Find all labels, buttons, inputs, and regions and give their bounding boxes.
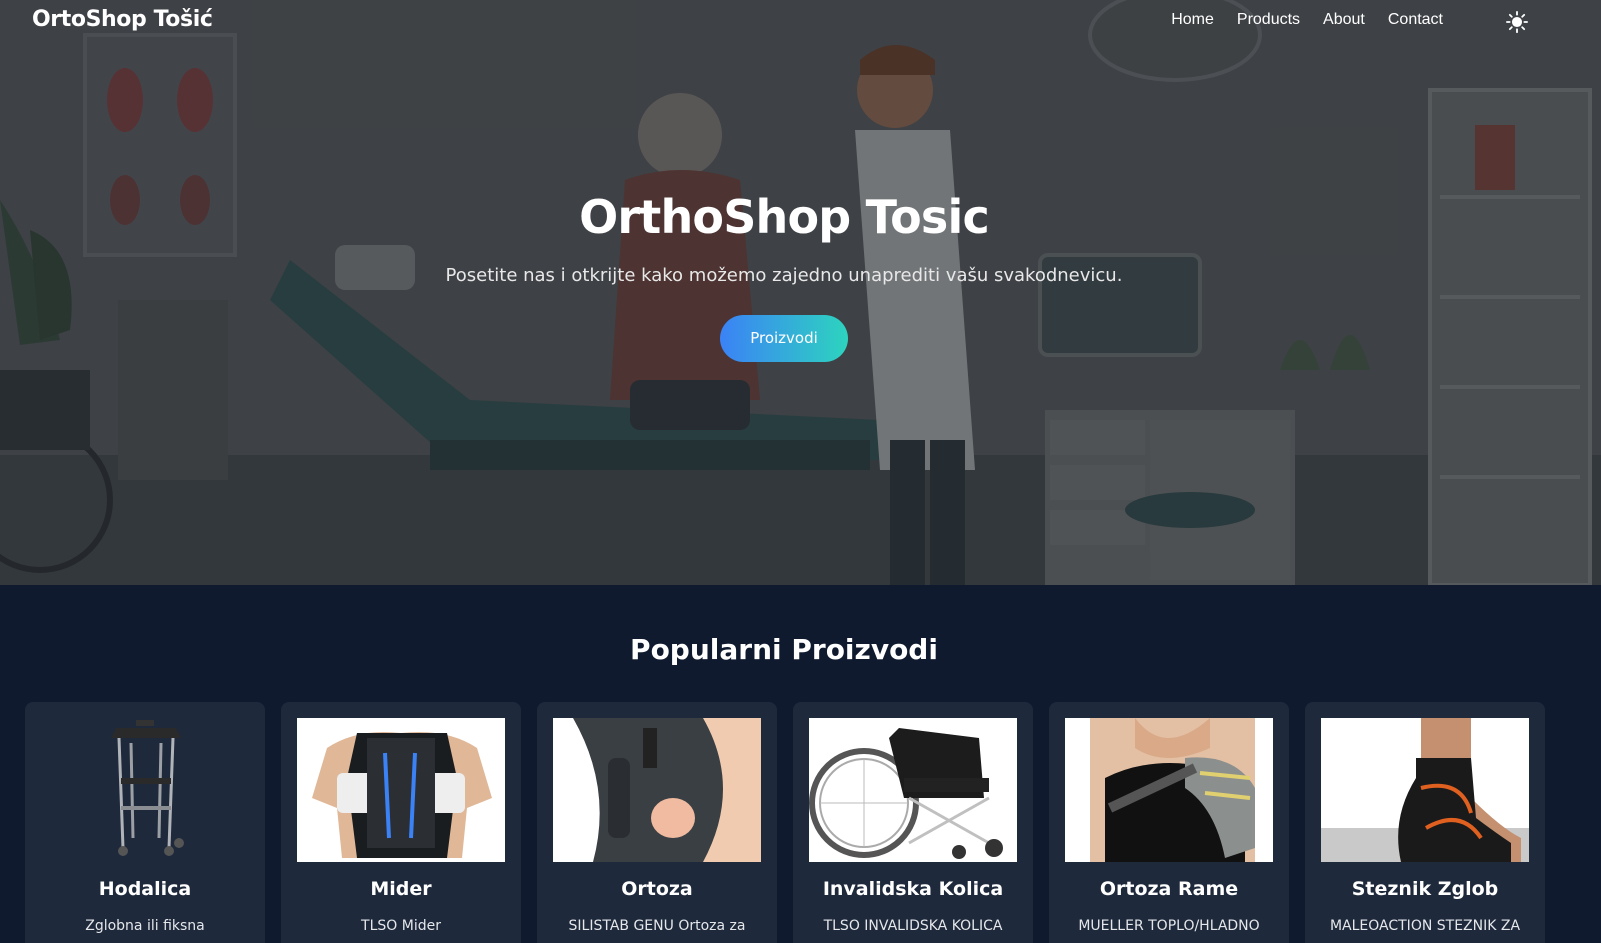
theme-toggle-button[interactable]: [1505, 10, 1529, 34]
product-title: Ortoza: [621, 878, 693, 900]
nav-link-home[interactable]: Home: [1171, 11, 1214, 29]
nav-link-products[interactable]: Products: [1237, 11, 1300, 29]
products-cta-button[interactable]: Proizvodi: [720, 315, 848, 363]
product-description: SILISTAB GENU Ortoza za: [568, 918, 746, 934]
product-card[interactable]: Mider TLSO Mider: [281, 702, 521, 943]
product-title: Hodalica: [98, 878, 192, 900]
product-card[interactable]: Ortoza Rame MUELLER TOPLO/HLADNO: [1049, 702, 1289, 943]
product-title: Steznik Zglob: [1351, 878, 1499, 900]
product-title: Mider: [370, 878, 432, 900]
product-description: MUELLER TOPLO/HLADNO: [1078, 918, 1260, 934]
back-brace-image: [297, 718, 505, 862]
product-cards: Hodalica Zglobna ili fiksna Mider TLSO M…: [25, 702, 1545, 943]
product-card[interactable]: Hodalica Zglobna ili fiksna: [25, 702, 265, 943]
product-title: Ortoza Rame: [1099, 878, 1239, 900]
section-title: Popularni Proizvodi: [630, 633, 938, 666]
product-description: Zglobna ili fiksna: [85, 918, 205, 934]
popular-products-section: Popularni Proizvodi Hodalica Zglobna ili…: [0, 585, 1601, 943]
product-card[interactable]: Steznik Zglob MALEOACTION STEZNIK ZA: [1305, 702, 1545, 943]
nav-links: Home Products About Contact: [1171, 11, 1443, 29]
nav-link-about[interactable]: About: [1323, 11, 1365, 29]
hero-section: OrtoShop Tošić Home Products About Conta…: [0, 0, 1601, 585]
shoulder-brace-image: [1065, 718, 1273, 862]
hero-title: OrthoShop Tosic: [579, 190, 990, 244]
product-description: MALEOACTION STEZNIK ZA: [1329, 918, 1521, 934]
product-description: TLSO INVALIDSKA KOLICA: [823, 918, 1003, 934]
sun-icon: [1506, 11, 1528, 33]
wheelchair-image: [809, 718, 1017, 862]
product-description: TLSO Mider: [361, 918, 441, 934]
navbar: OrtoShop Tošić Home Products About Conta…: [0, 0, 1601, 44]
brand-logo[interactable]: OrtoShop Tošić: [32, 7, 213, 32]
walker-image: [41, 718, 249, 862]
knee-brace-image: [553, 718, 761, 862]
nav-link-contact[interactable]: Contact: [1388, 11, 1443, 29]
hero-content: OrthoShop Tosic Posetite nas i otkrijte …: [0, 190, 1568, 363]
product-title: Invalidska Kolica: [822, 878, 1004, 900]
product-card[interactable]: Ortoza SILISTAB GENU Ortoza za: [537, 702, 777, 943]
ankle-brace-image: [1321, 718, 1529, 862]
hero-subtitle: Posetite nas i otkrijte kako možemo zaje…: [445, 265, 1123, 287]
product-card[interactable]: Invalidska Kolica TLSO INVALIDSKA KOLICA: [793, 702, 1033, 943]
